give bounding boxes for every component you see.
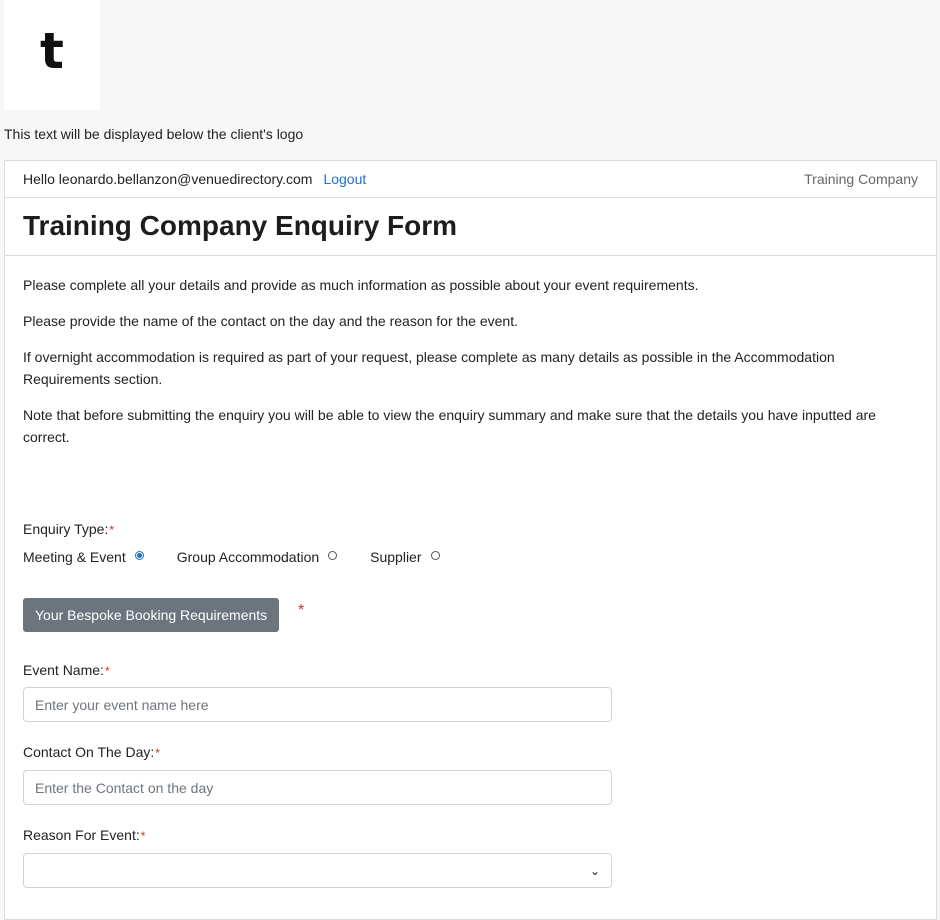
enquiry-type-label-text: Enquiry Type: — [23, 521, 109, 537]
company-name: Training Company — [804, 171, 918, 187]
radio-unchecked-icon[interactable] — [328, 550, 338, 560]
event-name-input[interactable] — [23, 687, 612, 722]
logout-link[interactable]: Logout — [323, 171, 366, 187]
required-asterisk: * — [155, 746, 160, 760]
user-bar: Hello leonardo.bellanzon@venuedirectory.… — [5, 161, 936, 198]
contact-label: Contact On The Day:* — [23, 744, 160, 760]
reason-label: Reason For Event:* — [23, 827, 145, 843]
contact-label-text: Contact On The Day: — [23, 744, 155, 760]
reason-select[interactable]: ⌄ — [23, 853, 612, 888]
enquiry-card: Hello leonardo.bellanzon@venuedirectory.… — [4, 160, 937, 920]
bespoke-requirements-button[interactable]: Your Bespoke Booking Requirements — [23, 598, 280, 632]
reason-label-text: Reason For Event: — [23, 827, 140, 843]
client-logo: t — [4, 0, 100, 110]
intro-paragraph: Note that before submitting the enquiry … — [23, 407, 876, 445]
radio-meeting-event[interactable]: Meeting & Event — [23, 549, 144, 565]
radio-label: Meeting & Event — [23, 549, 126, 565]
intro-paragraph: Please provide the name of the contact o… — [23, 313, 518, 329]
chevron-down-icon: ⌄ — [589, 863, 600, 878]
radio-group-accommodation[interactable]: Group Accommodation — [176, 549, 338, 565]
required-asterisk: * — [109, 523, 115, 537]
radio-supplier[interactable]: Supplier — [370, 549, 440, 565]
radio-checked-icon[interactable] — [134, 550, 144, 560]
hello-user-text: Hello leonardo.bellanzon@venuedirectory.… — [23, 171, 313, 187]
enquiry-type-label: Enquiry Type:* — [23, 521, 114, 537]
form-header: Training Company Enquiry Form — [5, 198, 936, 256]
below-logo-text: This text will be displayed below the cl… — [4, 126, 304, 142]
radio-label: Supplier — [370, 549, 422, 565]
required-asterisk: * — [140, 829, 146, 843]
event-name-label: Event Name:* — [23, 662, 110, 678]
enquiry-type-radio-group: Meeting & Event Group Accommodation Supp… — [23, 549, 473, 565]
client-logo-glyph: t — [40, 22, 64, 80]
required-asterisk: * — [298, 602, 305, 619]
contact-on-day-input[interactable] — [23, 770, 612, 805]
required-asterisk: * — [104, 664, 110, 678]
page-title: Training Company Enquiry Form — [23, 210, 458, 241]
intro-paragraph: If overnight accommodation is required a… — [23, 349, 835, 387]
event-name-label-text: Event Name: — [23, 662, 104, 678]
radio-label: Group Accommodation — [176, 549, 320, 565]
radio-unchecked-icon[interactable] — [430, 550, 440, 560]
intro-paragraph: Please complete all your details and pro… — [23, 277, 699, 293]
